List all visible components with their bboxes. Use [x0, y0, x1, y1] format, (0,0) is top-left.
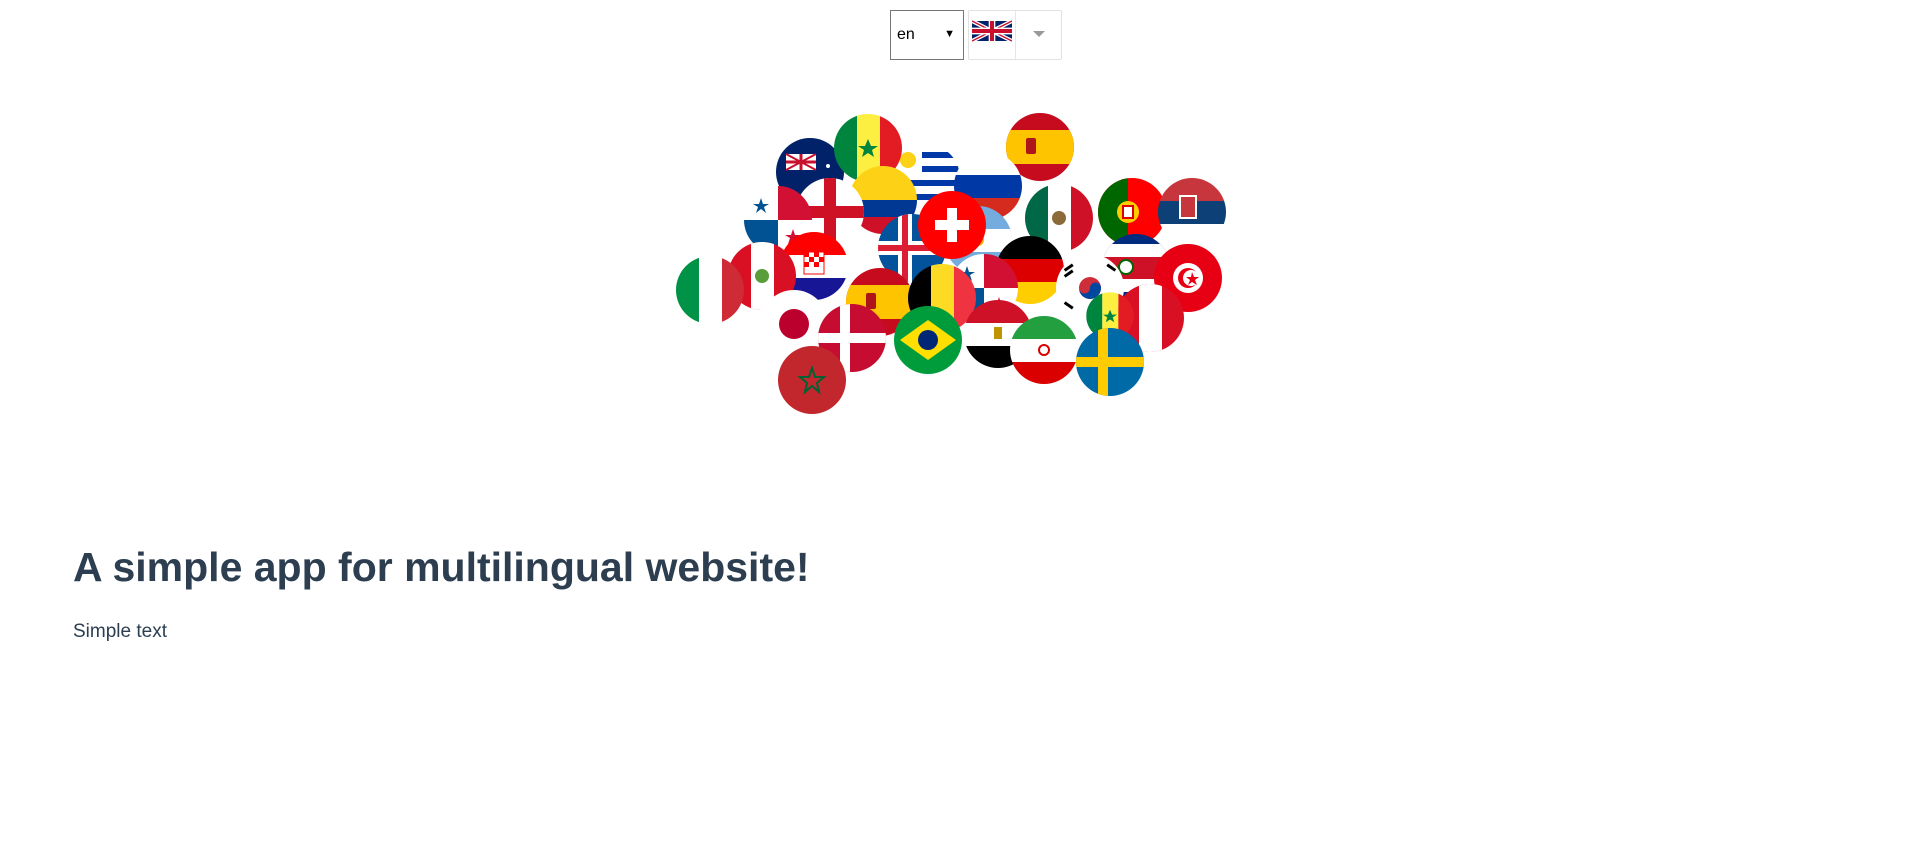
- flags-cloud: [676, 113, 1226, 414]
- uk-flag-icon: [972, 19, 1013, 43]
- sweden-flag-icon: [1076, 328, 1144, 396]
- language-select[interactable]: en ▼: [890, 10, 964, 60]
- language-select-value: en: [897, 26, 915, 43]
- morocco-flag-icon: [778, 346, 846, 414]
- select-arrow-icon: ▼: [944, 28, 955, 40]
- iran-flag-icon: [1010, 316, 1078, 384]
- page-text: Simple text: [73, 621, 167, 642]
- brazil-flag-icon: [894, 306, 962, 374]
- language-switcher: en ▼: [890, 10, 1062, 60]
- flag-dropdown-selected[interactable]: [969, 11, 1015, 59]
- switzerland-flag-icon: [918, 191, 986, 259]
- flag-dropdown-toggle[interactable]: [1015, 11, 1061, 59]
- page-title: A simple app for multilingual website!: [73, 544, 810, 590]
- flag-dropdown[interactable]: [968, 10, 1062, 60]
- serbia-flag-icon: [1158, 178, 1226, 246]
- caret-down-icon: [1032, 31, 1045, 37]
